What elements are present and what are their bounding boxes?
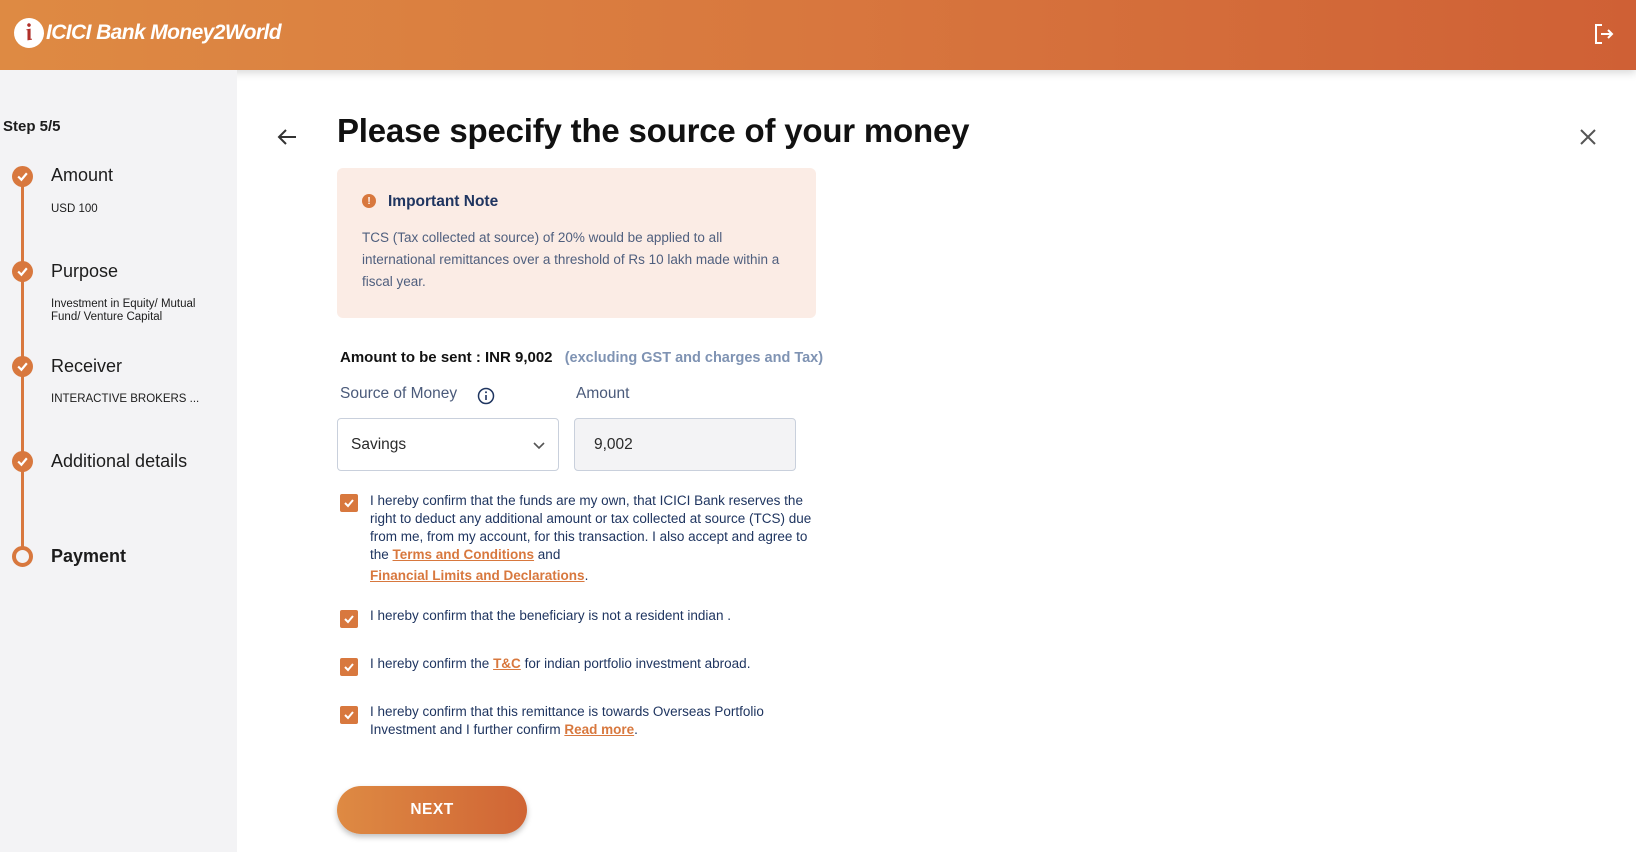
alert-icon: ! [362, 194, 376, 208]
confirm-text: and [534, 547, 561, 562]
back-arrow-icon[interactable] [276, 126, 298, 148]
step-counter: Step 5/5 [3, 118, 61, 135]
top-bar: i ICICI Bank Money2World [0, 0, 1636, 70]
source-of-money-label: Source of Money [340, 385, 458, 402]
check-icon [12, 451, 33, 472]
note-body: TCS (Tax collected at source) of 20% wou… [362, 230, 780, 289]
check-icon [344, 663, 354, 672]
confirm-opi-text: I hereby confirm that this remittance is… [370, 703, 820, 739]
confirm-text: for indian portfolio investment abroad. [520, 656, 751, 671]
source-of-money-value: Savings [351, 435, 407, 453]
checkbox-funds-own[interactable] [340, 494, 358, 512]
amount-exclusion-note: (excluding GST and charges and Tax) [564, 350, 824, 366]
chevron-down-icon [533, 442, 545, 450]
brand-name: ICICI Bank Money2World [46, 21, 282, 44]
terms-and-conditions-link[interactable]: Terms and Conditions [393, 547, 535, 562]
step-title: Amount [51, 165, 114, 185]
step-title: Purpose [51, 261, 119, 281]
info-icon[interactable] [477, 387, 495, 405]
checkbox-tc[interactable] [340, 658, 358, 676]
financial-limits-link[interactable]: Financial Limits and Declarations [370, 568, 585, 583]
confirm-text: . [584, 568, 589, 583]
confirm-tc-text: I hereby confirm the T&C for indian port… [370, 655, 820, 673]
amount-field[interactable] [574, 418, 796, 471]
checkbox-beneficiary[interactable] [340, 610, 358, 628]
logout-icon[interactable] [1592, 22, 1616, 46]
step-title: Receiver [51, 356, 123, 376]
check-icon [344, 615, 354, 624]
confirm-funds-own: I hereby confirm that the funds are my o… [340, 492, 820, 585]
check-icon [12, 166, 33, 187]
check-icon [344, 711, 354, 720]
confirm-opi: I hereby confirm that this remittance is… [340, 703, 820, 739]
step-subtitle: INTERACTIVE BROKERS ... [51, 393, 200, 405]
amount-label: Amount [576, 385, 630, 402]
close-icon[interactable] [1578, 127, 1598, 147]
brand-logo: i ICICI Bank Money2World [11, 15, 282, 51]
confirm-beneficiary: I hereby confirm that the beneficiary is… [340, 607, 820, 628]
check-icon [12, 261, 33, 282]
icici-logo-icon: i [11, 15, 47, 51]
check-icon [344, 499, 354, 508]
confirm-funds-text: I hereby confirm that the funds are my o… [370, 492, 820, 585]
check-icon [12, 356, 33, 377]
amount-to-send: Amount to be sent : INR 9,002 (excluding… [340, 349, 823, 366]
next-button[interactable]: NEXT [337, 786, 527, 834]
important-note: ! Important Note TCS (Tax collected at s… [337, 168, 816, 318]
note-title: Important Note [388, 193, 499, 210]
amount-to-send-label: Amount to be sent : INR 9,002 [340, 349, 553, 366]
step-title: Payment [51, 546, 127, 566]
read-more-link[interactable]: Read more [564, 722, 634, 737]
step-subtitle: USD 100 [51, 203, 98, 215]
tc-link[interactable]: T&C [493, 656, 521, 671]
confirm-text: . [634, 722, 638, 737]
page-title: Please specify the source of your money [337, 112, 970, 149]
confirm-beneficiary-text: I hereby confirm that the beneficiary is… [370, 608, 731, 623]
current-step-icon [12, 546, 33, 567]
step-subtitle: Investment in Equity/ Mutual Fund/ Ventu… [51, 298, 196, 323]
checkbox-opi[interactable] [340, 706, 358, 724]
confirm-text: I hereby confirm the [370, 656, 494, 671]
source-of-money-select[interactable]: Savings [337, 418, 559, 471]
confirm-tc: I hereby confirm the T&C for indian port… [340, 655, 820, 676]
step-title: Additional details [51, 451, 188, 471]
